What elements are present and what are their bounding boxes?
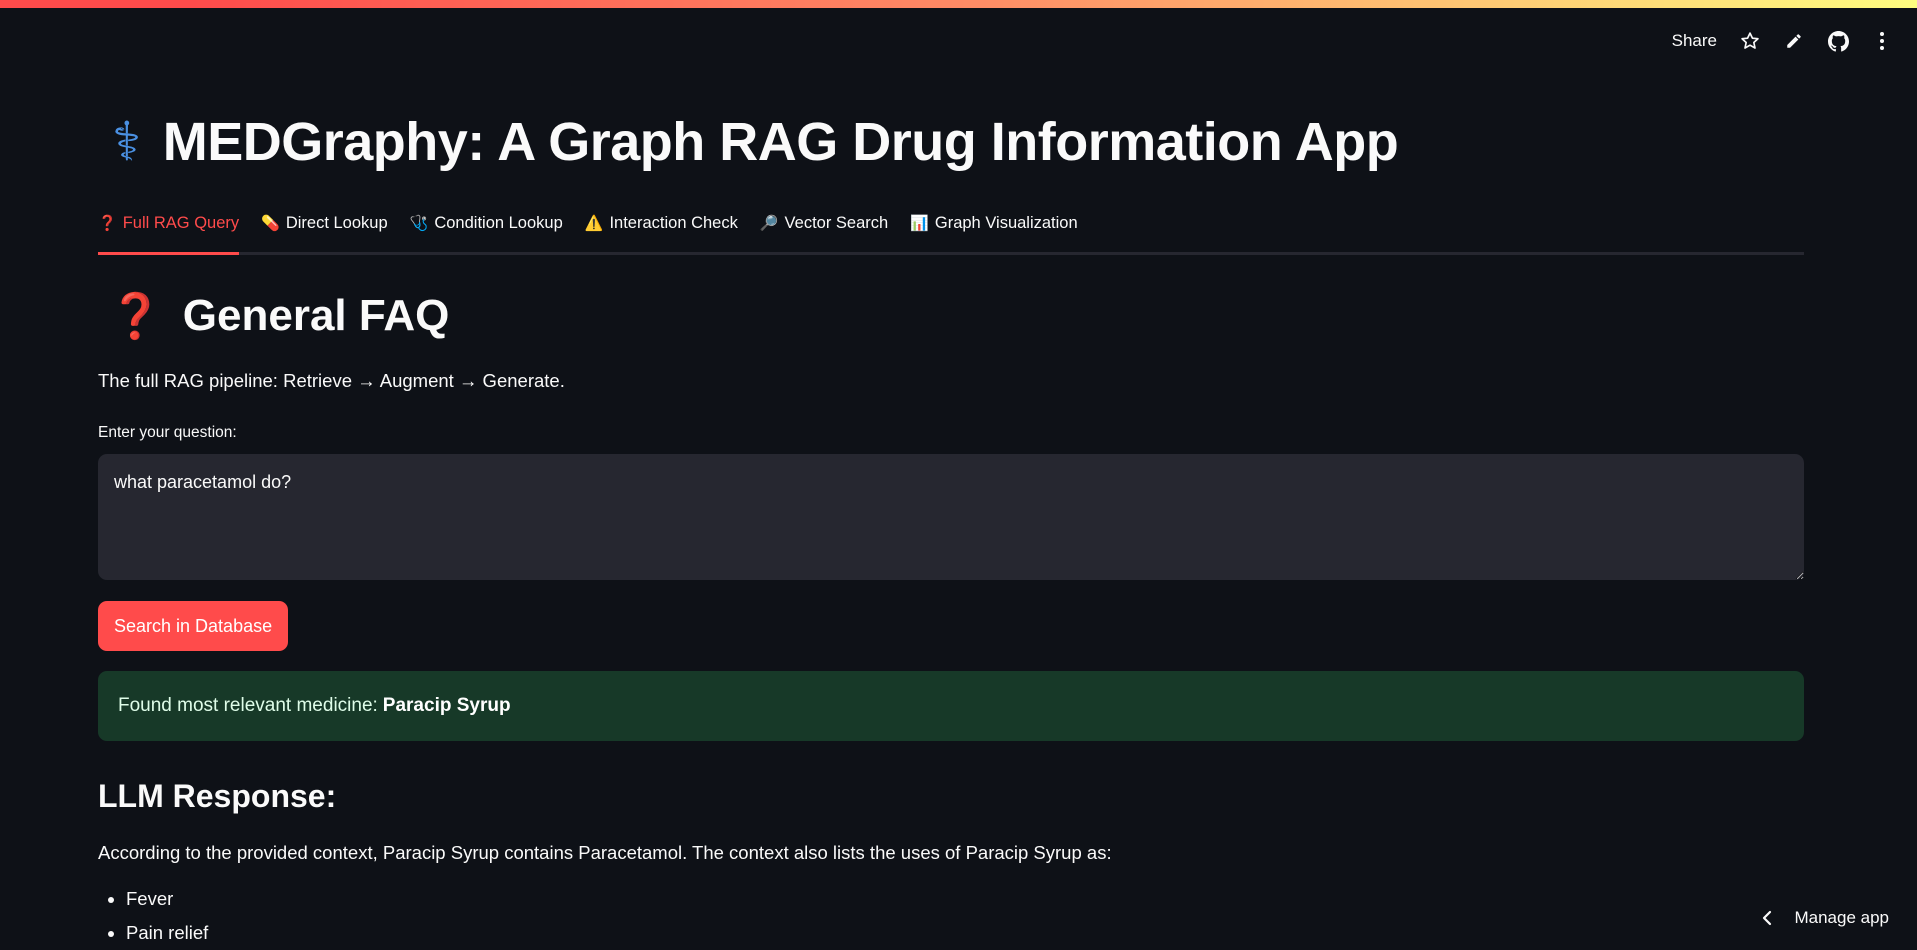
medicine-name: Paracip Syrup [383,695,511,717]
tab-label: Vector Search [785,214,889,233]
question-label: Enter your question: [98,424,237,442]
stethoscope-icon: 🩺 [410,214,429,232]
search-database-button[interactable]: Search in Database [98,601,288,651]
tab-condition-lookup[interactable]: 🩺 Condition Lookup [410,212,563,252]
tab-label: Interaction Check [609,214,737,233]
tab-label: Condition Lookup [434,214,562,233]
llm-response-text: According to the provided context, Parac… [98,842,1112,864]
tab-label: Full RAG Query [123,214,239,233]
pencil-icon[interactable] [1783,30,1805,52]
list-item: Fever [126,882,208,916]
app-title: ⚕ MEDGraphy: A Graph RAG Drug Informatio… [112,110,1398,173]
uses-list: Fever Pain relief [98,882,208,950]
star-icon[interactable] [1739,30,1761,52]
tab-label: Direct Lookup [286,214,388,233]
top-toolbar: Share [1672,30,1893,52]
pill-icon: 💊 [261,214,280,232]
share-button[interactable]: Share [1672,31,1717,51]
llm-response-heading: LLM Response: [98,778,336,815]
bar-chart-icon: 📊 [910,214,929,232]
magnifier-icon: 🔎 [760,214,779,232]
tab-full-rag-query[interactable]: ❓ Full RAG Query [98,212,239,252]
success-prefix: Found most relevant medicine: [118,695,378,717]
caduceus-icon: ⚕ [112,110,141,173]
tab-interaction-check[interactable]: ⚠️ Interaction Check [585,212,738,252]
question-mark-icon: ❓ [108,290,163,342]
app-title-text: MEDGraphy: A Graph RAG Drug Information … [163,111,1398,173]
question-mark-icon: ❓ [98,214,117,232]
header-decoration-bar [0,0,1917,8]
section-caption: The full RAG pipeline: Retrieve → Augmen… [98,370,565,392]
section-title-text: General FAQ [183,291,450,341]
success-alert: Found most relevant medicine: Paracip Sy… [98,671,1804,741]
chevron-left-icon [1762,910,1772,926]
tab-label: Graph Visualization [935,214,1078,233]
list-item: Pain relief [126,916,208,950]
question-input[interactable]: what paracetamol do? [98,454,1804,580]
tab-direct-lookup[interactable]: 💊 Direct Lookup [261,212,388,252]
warning-icon: ⚠️ [585,214,604,232]
tab-bar: ❓ Full RAG Query 💊 Direct Lookup 🩺 Condi… [98,212,1804,255]
manage-app-label: Manage app [1794,908,1889,928]
tab-vector-search[interactable]: 🔎 Vector Search [760,212,888,252]
manage-app-button[interactable]: Manage app [1762,908,1889,928]
tab-graph-visualization[interactable]: 📊 Graph Visualization [910,212,1077,252]
more-vertical-icon[interactable] [1871,30,1893,52]
github-icon[interactable] [1827,30,1849,52]
section-title: ❓ General FAQ [108,290,449,342]
